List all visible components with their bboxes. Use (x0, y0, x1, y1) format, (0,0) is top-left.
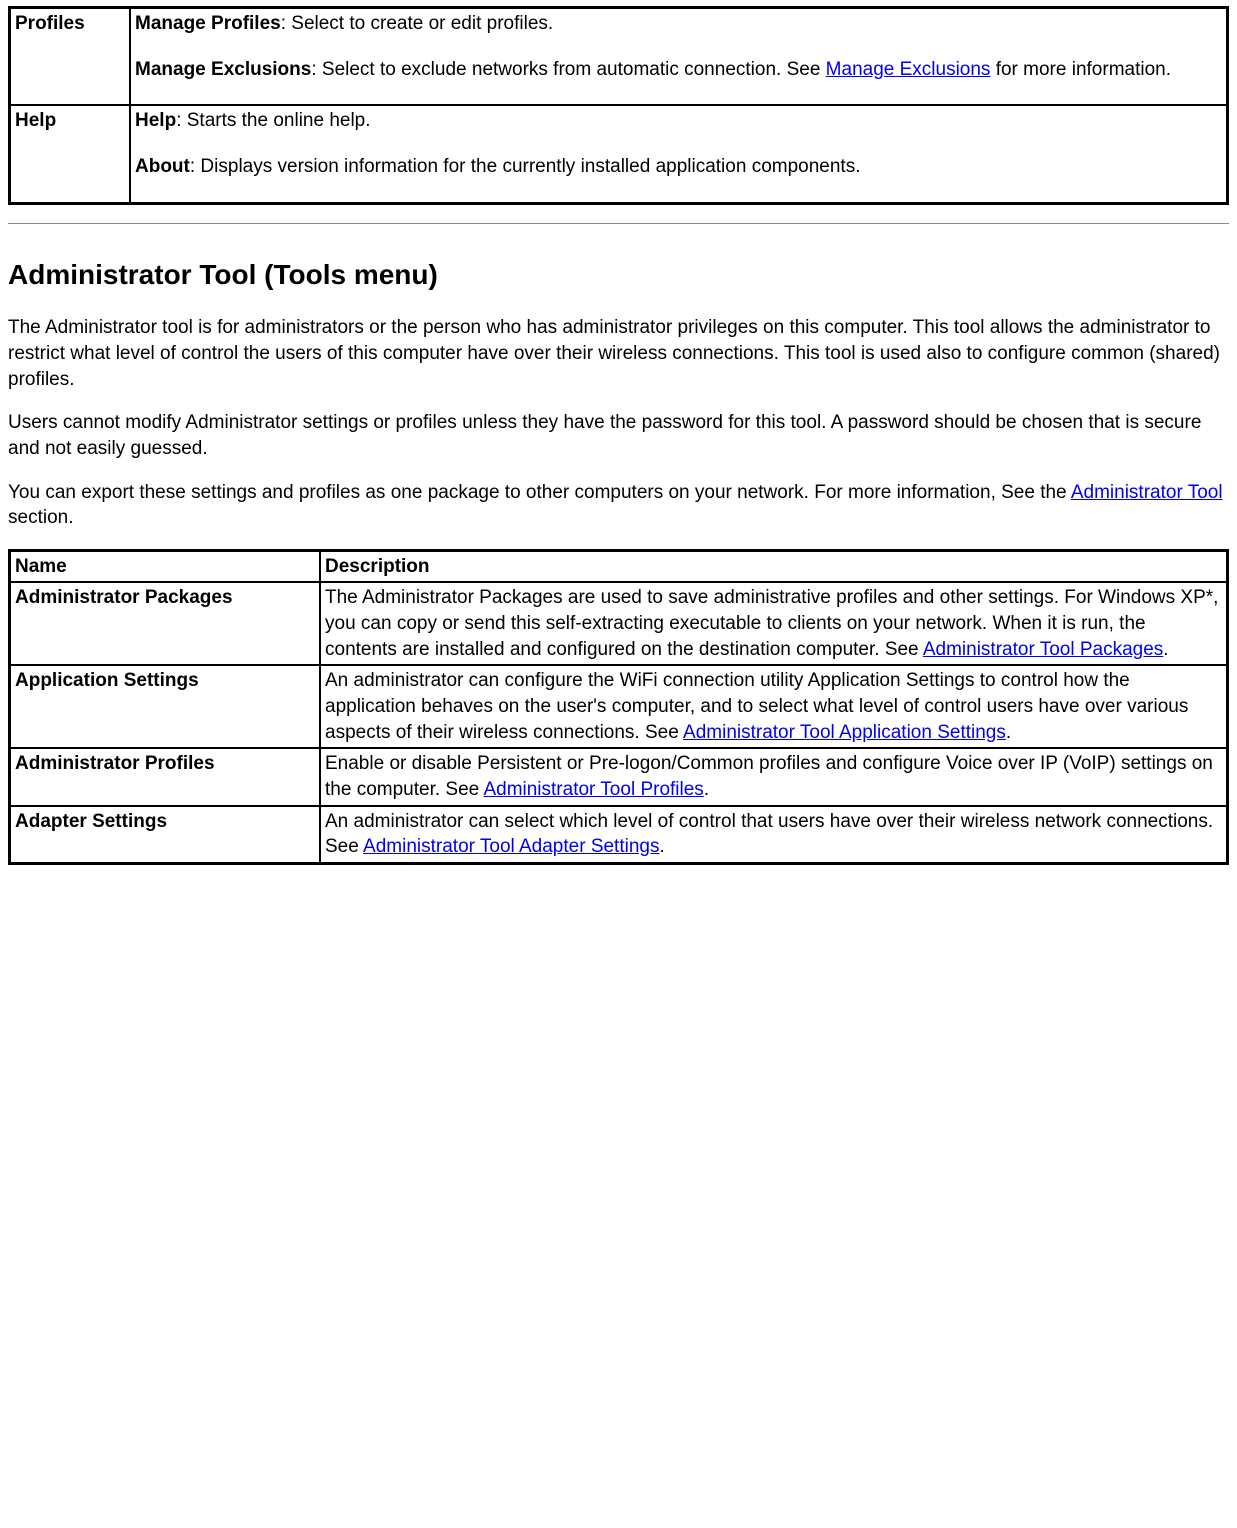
intro-paragraph: You can export these settings and profil… (8, 480, 1229, 531)
row-desc: An administrator can configure the WiFi … (320, 665, 1228, 748)
section-heading: Administrator Tool (Tools menu) (8, 256, 1229, 294)
divider (8, 223, 1229, 224)
menu-label-cell: Help (10, 105, 131, 203)
row-desc: An administrator can select which level … (320, 806, 1228, 864)
table-row: Adapter Settings An administrator can se… (10, 806, 1228, 864)
table-row: Application Settings An administrator ca… (10, 665, 1228, 748)
manage-exclusions-link[interactable]: Manage Exclusions (826, 59, 991, 80)
col-header-name: Name (10, 550, 321, 582)
menu-desc-cell: Manage Profiles: Select to create or edi… (130, 8, 1228, 106)
intro-paragraph: The Administrator tool is for administra… (8, 315, 1229, 392)
menu-label: Help (15, 110, 56, 131)
menu-label: Profiles (15, 13, 85, 34)
menu-item: Manage Exclusions: Select to exclude net… (135, 57, 1222, 83)
row-desc: The Administrator Packages are used to s… (320, 582, 1228, 665)
menu-table: Profiles Manage Profiles: Select to crea… (8, 6, 1229, 205)
admin-tool-adapter-link[interactable]: Administrator Tool Adapter Settings (363, 836, 659, 857)
col-header-description: Description (320, 550, 1228, 582)
row-desc: Enable or disable Persistent or Pre-logo… (320, 748, 1228, 805)
menu-item: Manage Profiles: Select to create or edi… (135, 11, 1222, 37)
row-name: Adapter Settings (10, 806, 321, 864)
table-row: Administrator Packages The Administrator… (10, 582, 1228, 665)
admin-tool-packages-link[interactable]: Administrator Tool Packages (923, 639, 1163, 660)
menu-label-cell: Profiles (10, 8, 131, 106)
admin-table: Name Description Administrator Packages … (8, 549, 1229, 865)
table-header-row: Name Description (10, 550, 1228, 582)
menu-desc-cell: Help: Starts the online help. About: Dis… (130, 105, 1228, 203)
table-row: Administrator Profiles Enable or disable… (10, 748, 1228, 805)
admin-tool-appsettings-link[interactable]: Administrator Tool Application Settings (683, 722, 1006, 743)
intro-paragraph: Users cannot modify Administrator settin… (8, 410, 1229, 461)
row-name: Application Settings (10, 665, 321, 748)
administrator-tool-link[interactable]: Administrator Tool (1071, 482, 1223, 503)
admin-tool-profiles-link[interactable]: Administrator Tool Profiles (483, 779, 703, 800)
row-name: Administrator Packages (10, 582, 321, 665)
menu-item: About: Displays version information for … (135, 154, 1222, 180)
row-name: Administrator Profiles (10, 748, 321, 805)
menu-item: Help: Starts the online help. (135, 108, 1222, 134)
